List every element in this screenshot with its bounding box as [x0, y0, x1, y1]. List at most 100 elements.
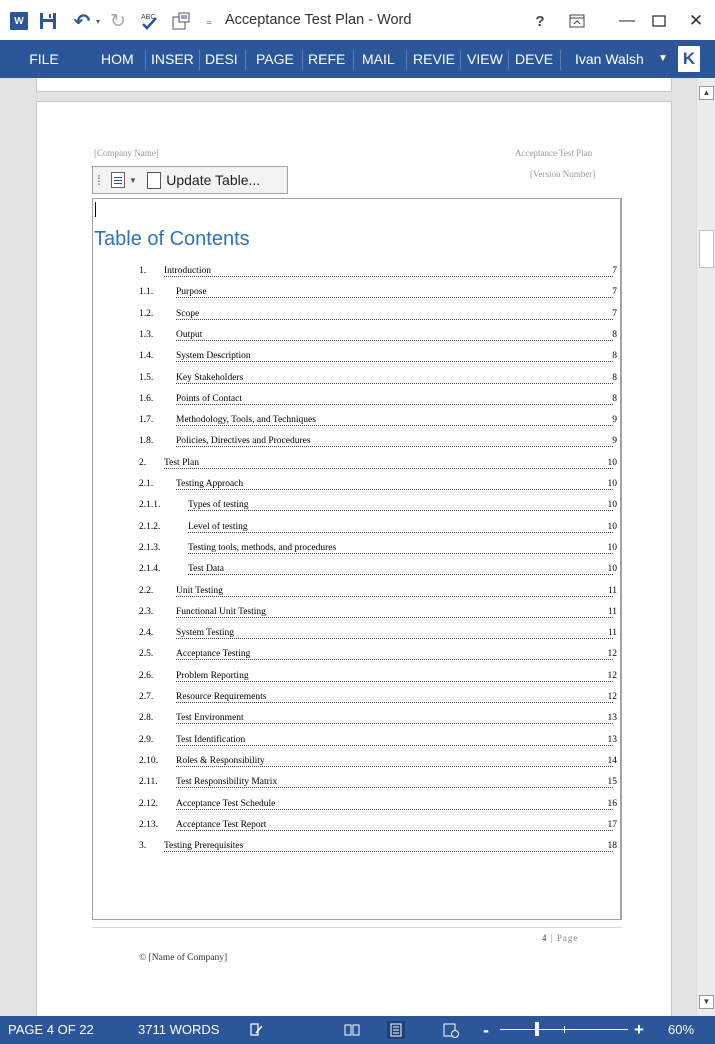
toc-entry[interactable]: 2.3. Functional Unit Testing 11	[37, 606, 673, 621]
toc-entry-label: Test Responsibility Matrix	[176, 777, 279, 788]
toc-entry-number: 2.5.	[139, 649, 154, 660]
spelling-check-icon[interactable]: ABC	[138, 10, 160, 32]
scroll-up-icon[interactable]: ▲	[699, 86, 714, 100]
print-layout-icon[interactable]	[387, 1021, 405, 1039]
page-count-status[interactable]: PAGE 4 OF 22	[8, 1016, 94, 1044]
toc-entry[interactable]: 1.5. Key Stakeholders 8	[37, 372, 673, 387]
tab-developer[interactable]: DEVE	[515, 40, 553, 78]
footer-copyright[interactable]: © [Name of Company]	[139, 953, 227, 963]
toc-leader-dots	[164, 467, 613, 469]
toc-entry-number: 1.3.	[139, 329, 154, 340]
toc-entry[interactable]: 2.1.2. Level of testing 10	[37, 521, 673, 536]
web-layout-icon[interactable]	[442, 1021, 460, 1039]
toc-entry[interactable]: 2.1.1. Types of testing 10	[37, 500, 673, 514]
toc-entry-label: Key Stakeholders	[176, 372, 245, 383]
toc-leader-dots	[188, 531, 613, 533]
header-version-number[interactable]: [Version Number]	[530, 169, 595, 179]
scroll-down-icon[interactable]: ▼	[699, 995, 714, 1009]
toc-entry-page: 7	[611, 287, 617, 298]
save-icon[interactable]	[38, 10, 58, 32]
header-document-title[interactable]: Acceptance Test Plan	[515, 148, 592, 158]
toc-entry-label: Introduction	[164, 266, 212, 276]
toc-entry[interactable]: 3. Testing Prerequisites 18	[37, 841, 673, 855]
toc-entry[interactable]: 1.8. Policies, Directives and Procedures 9	[37, 436, 673, 450]
toc-entry[interactable]: 2.8. Test Environment 13	[37, 713, 673, 727]
tab-separator	[508, 50, 509, 70]
title-bar: W ↶ ▾ ↻ ABC ₌ Acceptance Test Plan - Wor…	[0, 0, 715, 40]
zoom-out-button[interactable]: -	[483, 1016, 489, 1044]
toc-entry-page: 7	[611, 308, 617, 319]
toc-entry[interactable]: 1.3. Output 8	[37, 329, 673, 344]
ribbon-display-options-icon[interactable]	[568, 10, 586, 32]
update-table-icon[interactable]	[146, 171, 161, 189]
toc-entry[interactable]: 2.1.4. Test Data 10	[37, 564, 673, 578]
toc-entry-page: 16	[606, 798, 617, 809]
chevron-down-icon[interactable]: ▼	[658, 40, 668, 78]
toc-entry[interactable]: 1.6. Points of Contact 8	[37, 393, 673, 408]
drag-handle-icon[interactable]: ⁞	[97, 173, 105, 187]
undo-dropdown-icon[interactable]: ▾	[93, 10, 103, 32]
tab-home[interactable]: HOM	[101, 40, 134, 78]
scrollbar-thumb[interactable]	[699, 230, 714, 268]
toc-entry[interactable]: 2.9. Test Identification 13	[37, 734, 673, 749]
word-logo-icon[interactable]: W	[10, 12, 28, 30]
toc-entry[interactable]: 1.2. Scope 7	[37, 308, 673, 323]
tab-separator	[245, 50, 246, 70]
toc-entry[interactable]: 2.6. Problem Reporting 12	[37, 670, 673, 685]
zoom-slider-thumb[interactable]	[535, 1022, 539, 1036]
toc-entry-number: 2.4.	[139, 628, 154, 639]
page-layout-icon[interactable]	[170, 10, 192, 32]
user-avatar[interactable]: K	[678, 46, 700, 72]
chevron-down-icon[interactable]: ▼	[129, 176, 137, 185]
toc-entry-label: Test Environment	[176, 713, 245, 724]
document-page[interactable]: [Company Name] Acceptance Test Plan [Ver…	[36, 101, 672, 1016]
toc-entry[interactable]: 2.7. Resource Requirements 12	[37, 692, 673, 706]
toc-entry[interactable]: 1. Introduction 7	[37, 266, 673, 280]
tab-mailings[interactable]: MAIL	[362, 40, 395, 78]
close-icon[interactable]: ✕	[686, 10, 706, 32]
tab-page-layout[interactable]: PAGE	[256, 40, 294, 78]
toc-entry[interactable]: 2.11. Test Responsibility Matrix 15	[37, 777, 673, 791]
toc-entry-label: Types of testing	[188, 500, 250, 511]
ribbon-tab-bar: FILE HOM INSER DESI PAGE REFE MAIL REVIE…	[0, 40, 715, 78]
header-company-name[interactable]: [Company Name]	[94, 148, 159, 158]
redo-icon[interactable]: ↻	[108, 10, 128, 32]
toc-entry[interactable]: 2.4. System Testing 11	[37, 628, 673, 642]
toc-entry-number: 2.1.2.	[139, 521, 161, 532]
zoom-level[interactable]: 60%	[668, 1016, 694, 1044]
document-icon[interactable]	[111, 172, 125, 188]
toc-entry[interactable]: 2.2. Unit Testing 11	[37, 585, 673, 600]
word-count-status[interactable]: 3711 WORDS	[138, 1016, 219, 1044]
customize-toolbar-icon[interactable]: ₌	[202, 10, 216, 32]
proofing-icon[interactable]	[248, 1021, 266, 1039]
toc-entry[interactable]: 2.5. Acceptance Testing 12	[37, 649, 673, 663]
vertical-scrollbar[interactable]: ▲ ▼	[696, 78, 715, 1016]
user-account-name[interactable]: Ivan Walsh	[575, 40, 644, 78]
maximize-icon[interactable]	[650, 10, 668, 32]
toc-entry[interactable]: 2.1. Testing Approach 10	[37, 479, 673, 493]
tab-design[interactable]: DESI	[205, 40, 238, 78]
document-canvas[interactable]: [Company Name] Acceptance Test Plan [Ver…	[0, 78, 696, 1016]
toc-entry[interactable]: 1.1. Purpose 7	[37, 287, 673, 301]
zoom-in-button[interactable]: +	[634, 1016, 644, 1044]
toc-entry-page: 18	[606, 841, 617, 852]
read-mode-icon[interactable]	[343, 1021, 361, 1039]
toc-entry[interactable]: 2.1.3. Testing tools, methods, and proced…	[37, 542, 673, 557]
tab-review[interactable]: REVIE	[413, 40, 455, 78]
tab-file[interactable]: FILE	[14, 40, 74, 78]
toc-entry[interactable]: 1.4. System Description 8	[37, 351, 673, 365]
toc-entry[interactable]: 2. Test Plan 10	[37, 457, 673, 472]
content-control-toolbar: ⁞ ▼ ! Update Table...	[92, 166, 288, 194]
toc-entry[interactable]: 2.13. Acceptance Test Report 17	[37, 819, 673, 834]
minimize-icon[interactable]: —	[618, 10, 636, 32]
help-icon[interactable]: ?	[532, 10, 548, 32]
tab-references[interactable]: REFE	[308, 40, 345, 78]
toc-entry[interactable]: 2.12. Acceptance Test Schedule 16	[37, 798, 673, 813]
update-table-button[interactable]: Update Table...	[166, 172, 260, 188]
tab-view[interactable]: VIEW	[467, 40, 503, 78]
toc-entry-number: 1.	[139, 266, 147, 276]
toc-entry[interactable]: 2.10. Roles & Responsibility 14	[37, 755, 673, 770]
toc-entry[interactable]: 1.7. Methodology, Tools, and Techniques 9	[37, 415, 673, 429]
undo-icon[interactable]: ↶	[72, 10, 92, 33]
tab-insert[interactable]: INSER	[151, 40, 194, 78]
